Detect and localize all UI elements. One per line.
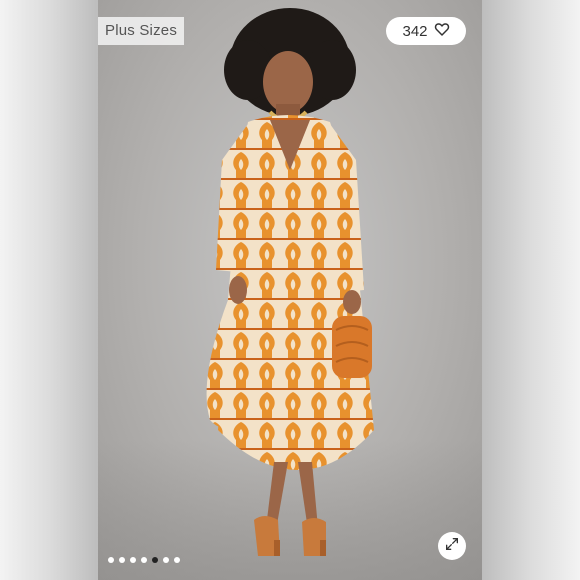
right-blur-border bbox=[482, 0, 580, 580]
like-count: 342 bbox=[402, 22, 428, 40]
product-photo[interactable] bbox=[98, 0, 482, 580]
carousel-dot-active[interactable] bbox=[152, 557, 158, 563]
carousel-dots bbox=[108, 557, 180, 563]
left-blur-border bbox=[0, 0, 98, 580]
model-illustration bbox=[206, 8, 374, 556]
carousel-dot[interactable] bbox=[119, 557, 125, 563]
carousel-dot[interactable] bbox=[174, 557, 180, 563]
tag-label: Plus Sizes bbox=[105, 22, 178, 39]
plus-sizes-tag: Plus Sizes bbox=[98, 17, 185, 45]
like-button[interactable]: 342 bbox=[386, 17, 466, 45]
carousel-dot[interactable] bbox=[130, 557, 136, 563]
expand-button[interactable] bbox=[438, 532, 466, 560]
carousel-dot[interactable] bbox=[141, 557, 147, 563]
heart-outline-icon bbox=[434, 21, 450, 41]
expand-diagonal-icon bbox=[444, 536, 460, 557]
carousel-dot[interactable] bbox=[108, 557, 114, 563]
carousel-dot[interactable] bbox=[163, 557, 169, 563]
